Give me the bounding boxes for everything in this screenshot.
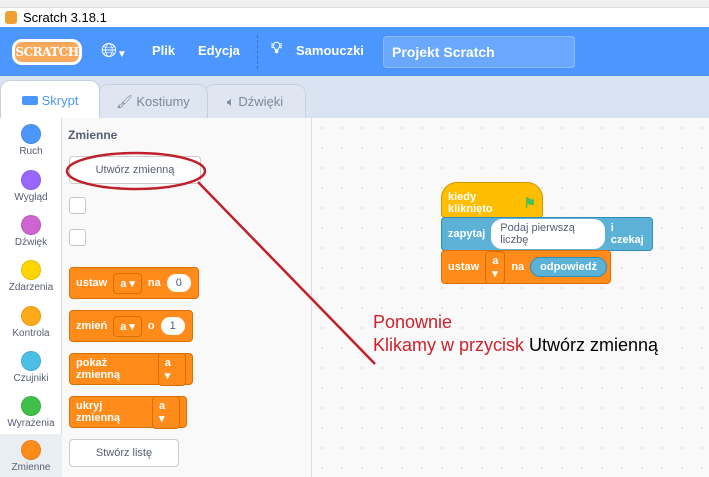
category-label: Czujniki	[13, 373, 49, 384]
variable-dropdown[interactable]: a ▾	[485, 250, 506, 284]
tab-label: Dźwięki	[238, 94, 284, 109]
variable-dropdown[interactable]: a ▾	[151, 395, 180, 429]
make-variable-button[interactable]: Utwórz zmienną	[69, 156, 201, 184]
category-label: Zdarzenia	[8, 282, 54, 293]
category-dot	[21, 124, 41, 144]
block-label: ustaw	[448, 261, 480, 273]
value-input[interactable]: 0	[166, 274, 191, 292]
answer-reporter[interactable]: odpowiedź	[530, 257, 607, 277]
hide-variable-block[interactable]: ukryj zmienną a ▾	[69, 395, 187, 429]
lightbulb-icon: 💡︎	[271, 40, 283, 57]
when-flag-clicked-block[interactable]: kiedy kliknięto ⚑	[441, 182, 543, 218]
category-label: Ruch	[19, 146, 43, 157]
question-input[interactable]: Podaj pierwszą liczbę	[491, 219, 605, 249]
block-label: pokaż zmienną	[76, 357, 121, 381]
block-label: ukryj zmienną	[76, 400, 121, 424]
annotation-line1: Ponownie	[373, 312, 453, 332]
project-title-input[interactable]: Projekt Scratch	[383, 36, 575, 68]
globe-icon[interactable]: 🌐︎▼	[101, 40, 127, 63]
script-workspace[interactable]: kiedy kliknięto ⚑ zapytaj Podaj pierwszą l…	[312, 118, 709, 477]
app-icon	[5, 11, 17, 24]
set-variable-block[interactable]: ustaw a ▾ na odpowiedź	[441, 250, 611, 284]
menu-tutorials[interactable]: Samouczki	[296, 43, 364, 58]
tab-label: Skrypt	[41, 93, 79, 108]
value-input[interactable]: 1	[160, 317, 185, 335]
ask-and-wait-block[interactable]: zapytaj Podaj pierwszą liczbę i czekaj	[441, 217, 653, 251]
block-palette: Zmienne Utwórz zmienną ustaw a ▾ na 0 zmień…	[62, 118, 312, 477]
variable-dropdown[interactable]: a ▾	[157, 352, 186, 386]
category-dot	[21, 215, 41, 235]
tab-costumes[interactable]: 🖌︎ Kostiumy	[98, 84, 208, 118]
category-menu: Ruch Wygląd Dźwięk Zdarzenia Kontrola Cz…	[0, 118, 62, 477]
menu-bar: SCRATCH 🌐︎▼ Plik Edycja 💡︎ Samouczki Pro…	[0, 27, 709, 76]
block-label: zmień	[76, 320, 108, 332]
category-label: Zmienne	[11, 462, 51, 473]
category-label: Dźwięk	[14, 237, 48, 248]
menu-file[interactable]: Plik	[152, 43, 175, 58]
menu-edit[interactable]: Edycja	[198, 43, 240, 58]
change-variable-block[interactable]: zmień a ▾ o 1	[69, 310, 193, 342]
category-dot	[21, 260, 41, 280]
category-motion[interactable]: Ruch	[0, 118, 62, 170]
code-icon	[21, 96, 38, 105]
make-list-button[interactable]: Stwórz listę	[69, 439, 179, 467]
variable-dropdown[interactable]: a ▾	[113, 272, 142, 294]
tab-bar: 🔈︎ Dźwięki 🖌︎ Kostiumy Skrypt	[0, 76, 709, 118]
category-label: Wyrażenia	[7, 418, 55, 429]
divider	[257, 35, 258, 69]
category-label: Wygląd	[14, 192, 48, 203]
annotation-red-text: Klikamy w przycisk	[373, 335, 525, 355]
tab-sounds[interactable]: 🔈︎ Dźwięki	[204, 84, 306, 118]
tab-label: Kostiumy	[136, 94, 190, 109]
block-label: i czekaj	[610, 222, 644, 246]
block-label: kiedy kliknięto	[448, 191, 493, 215]
category-dot	[21, 396, 41, 416]
category-events[interactable]: Zdarzenia	[0, 254, 62, 306]
scratch-logo[interactable]: SCRATCH	[12, 39, 82, 65]
category-dot	[21, 440, 41, 460]
tab-code[interactable]: Skrypt	[0, 80, 100, 118]
top-strip	[0, 0, 709, 8]
annotation-line2: Klikamy w przycisk Utwórz zmienną	[373, 335, 658, 356]
set-variable-block[interactable]: ustaw a ▾ na 0	[69, 267, 199, 299]
palette-title: Zmienne	[68, 128, 118, 142]
variable-checkbox[interactable]	[69, 229, 86, 246]
category-dot	[21, 170, 41, 190]
show-variable-block[interactable]: pokaż zmienną a ▾	[69, 352, 193, 386]
block-label: na	[511, 261, 525, 273]
speaker-icon: 🔈︎	[226, 94, 239, 109]
annotation-black-text: Utwórz zmienną	[529, 335, 659, 355]
chevron-down-icon: ▼	[117, 49, 127, 60]
variable-dropdown[interactable]: a ▾	[113, 315, 142, 337]
green-flag-icon: ⚑	[523, 194, 536, 211]
block-label: ustaw	[76, 277, 108, 289]
window-title: Scratch 3.18.1	[23, 10, 107, 25]
category-dot	[21, 351, 41, 371]
block-label: na	[147, 277, 161, 289]
title-bar: Scratch 3.18.1	[0, 8, 709, 27]
variable-checkbox[interactable]	[69, 197, 86, 214]
block-label: o	[147, 320, 155, 332]
category-label: Kontrola	[12, 328, 50, 339]
category-dot	[21, 306, 41, 326]
brush-icon: 🖌︎	[116, 94, 137, 109]
category-variables[interactable]: Zmienne	[0, 434, 62, 477]
block-label: zapytaj	[448, 228, 486, 240]
